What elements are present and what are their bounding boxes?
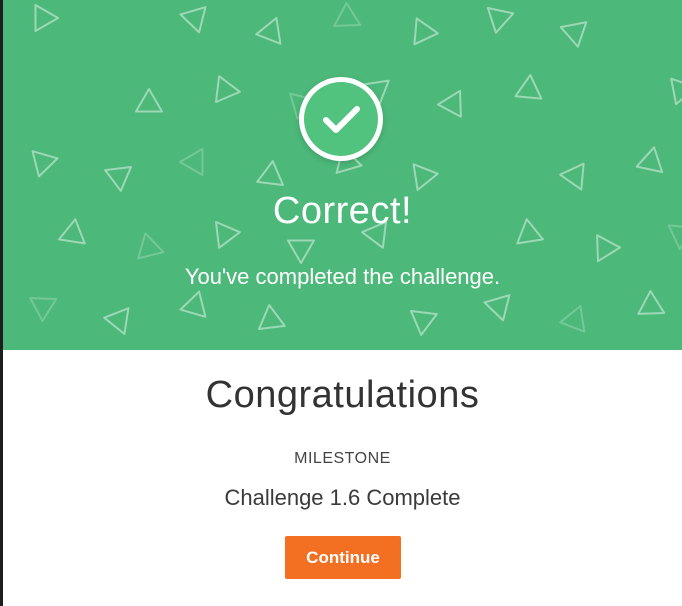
pattern-triangle — [514, 74, 543, 100]
pattern-triangle — [215, 75, 241, 103]
pattern-triangle — [596, 234, 621, 263]
pattern-triangle — [256, 160, 284, 186]
pattern-triangle — [287, 239, 315, 264]
pattern-triangle — [413, 17, 439, 46]
congratulations-heading: Congratulations — [205, 374, 480, 416]
pattern-triangle — [486, 7, 515, 34]
pattern-triangle — [559, 305, 586, 333]
pattern-triangle — [179, 6, 207, 34]
checkmark-icon — [323, 106, 360, 133]
pattern-triangle — [559, 21, 588, 48]
pattern-triangle — [410, 310, 438, 336]
pattern-triangle — [637, 290, 666, 315]
pattern-triangle — [137, 232, 165, 260]
pattern-triangle — [559, 162, 585, 191]
pattern-triangle — [483, 294, 511, 322]
result-subtitle: You've completed the challenge. — [184, 264, 501, 289]
pattern-triangle — [104, 166, 132, 192]
success-banner: Correct! You've completed the challenge. — [3, 0, 682, 350]
pattern-triangle — [31, 150, 59, 178]
result-title: Correct! — [272, 190, 413, 232]
success-badge — [299, 77, 383, 161]
pattern-triangle — [670, 77, 682, 106]
pattern-triangle — [635, 146, 664, 173]
pattern-triangle — [179, 148, 204, 176]
pattern-triangle — [412, 163, 439, 191]
pattern-triangle — [135, 88, 163, 113]
pattern-triangle — [179, 290, 207, 318]
milestone-name: Challenge 1.6 Complete — [224, 485, 461, 510]
pattern-triangle — [255, 17, 282, 45]
pattern-triangle — [103, 307, 130, 335]
pattern-triangle — [333, 2, 362, 27]
milestone-label: MILESTONE — [294, 450, 391, 467]
pattern-triangle — [258, 304, 286, 330]
pattern-triangle — [34, 4, 59, 32]
challenge-complete-dialog: Correct! You've completed the challenge.… — [3, 0, 682, 606]
pattern-triangle — [437, 89, 462, 118]
triangle-pattern — [29, 2, 682, 336]
continue-button[interactable]: Continue — [285, 536, 401, 579]
pattern-triangle — [29, 297, 58, 322]
